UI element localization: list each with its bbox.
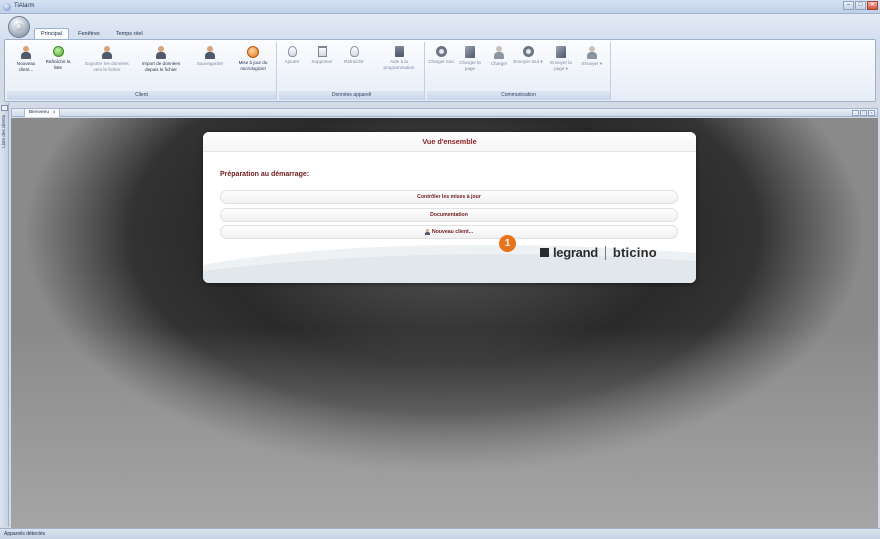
group-client-label: Client [7, 91, 276, 100]
add-icon [287, 46, 297, 57]
client-list-panel[interactable]: Liste des clients [0, 103, 9, 527]
window-title: TiAlarm [14, 3, 35, 9]
client-list-label[interactable]: Liste des clients [1, 115, 6, 148]
callout-badge: 1 [499, 235, 516, 252]
load-icon [493, 46, 505, 59]
new-client-person-icon [424, 228, 430, 235]
tab-bienvenu-label: Bienvenu [29, 110, 50, 115]
new-client-icon [20, 46, 32, 59]
pin-icon[interactable] [1, 105, 8, 111]
importer-button[interactable]: Import de données depuis le fichier [137, 46, 185, 72]
startup-section-title: Préparation au démarrage: [220, 171, 310, 178]
rafraichir-button[interactable]: Rafraîchir [339, 46, 369, 65]
import-icon [155, 46, 167, 59]
supprimer-button[interactable]: Supprimer [307, 46, 337, 65]
envoyer-button[interactable]: Envoyer ▾ [577, 46, 607, 67]
tab-principal[interactable]: Principal [34, 28, 70, 39]
app-icon [3, 3, 11, 11]
load-page-icon [465, 46, 475, 58]
doc-close-icon[interactable]: × [868, 110, 875, 116]
group-client: Nouveau client... Rafraîchir la liste Ex… [7, 42, 277, 100]
sauvegarder-label: Sauvegarder [196, 61, 224, 66]
rafraichir-liste-label: Rafraîchir la liste [45, 59, 71, 70]
load-all-icon [435, 46, 447, 57]
group-donnees-appareil: Ajouter Supprimer Rafraîchir Aide à la p… [279, 42, 425, 100]
title-bar: TiAlarm – □ ✕ [0, 0, 880, 14]
charger-label: Charger [490, 61, 508, 66]
document-tab-bar: Bienvenu x – □ × [11, 108, 878, 117]
mise-a-jour-label: Mise à jour du micrologiciel [238, 60, 268, 71]
charger-tout-button[interactable]: Charger tout [427, 46, 455, 65]
aide-programmation-button[interactable]: Aide à la programmation [377, 46, 421, 70]
logo-separator [604, 245, 606, 260]
document-window-controls: – □ × [852, 110, 875, 116]
firmware-update-icon [247, 46, 259, 58]
status-bar: Appareils détectés [0, 528, 880, 539]
tab-bienvenu[interactable]: Bienvenu x [24, 109, 61, 117]
ribbon: Nouveau client... Rafraîchir la liste Ex… [4, 39, 876, 102]
exporter-button[interactable]: Exporter les données vers le fichier [81, 46, 133, 72]
doc-restore-icon[interactable]: □ [860, 110, 867, 116]
exporter-label: Exporter les données vers le fichier [85, 61, 129, 72]
overview-card: Vue d'ensemble Préparation au démarrage:… [203, 132, 696, 283]
tab-fenetres[interactable]: Fenêtres [71, 28, 107, 39]
legrand-mark-icon [540, 248, 549, 257]
charger-page-button[interactable]: Charger la page [455, 46, 485, 71]
ajouter-button[interactable]: Ajouter [279, 46, 305, 65]
envoyer-tout-label: Envoyer tout ▾ [513, 59, 543, 64]
nouveau-client-label: Nouveau client... [16, 61, 36, 72]
close-button[interactable]: ✕ [867, 1, 878, 10]
programming-help-icon [394, 46, 404, 57]
ribbon-tabs: Principal Fenêtres Temps réel [34, 28, 150, 39]
minimize-button[interactable]: – [843, 1, 854, 10]
send-all-icon [522, 46, 534, 57]
bticino-logo: bticino [612, 245, 657, 260]
mise-a-jour-button[interactable]: Mise à jour du micrologiciel [233, 46, 273, 71]
rafraichir-liste-button[interactable]: Rafraîchir la liste [41, 46, 75, 70]
documentation-button[interactable]: Documentation [220, 208, 678, 222]
group-communication: Charger tout Charger la page Charger Env… [427, 42, 611, 100]
supprimer-label: Supprimer [311, 59, 333, 64]
tab-temps-reel[interactable]: Temps réel [109, 28, 150, 39]
aide-programmation-label: Aide à la programmation [383, 59, 415, 70]
envoyer-page-label: Envoyer la page ▾ [550, 60, 572, 71]
group-donnees-appareil-label: Données appareil [279, 91, 424, 100]
importer-label: Import de données depuis le fichier [141, 61, 181, 72]
rafraichir-label: Rafraîchir [344, 59, 364, 64]
charger-page-label: Charger la page [459, 60, 481, 71]
maximize-button[interactable]: □ [855, 1, 866, 10]
envoyer-page-button[interactable]: Envoyer la page ▾ [545, 46, 577, 71]
documentation-label: Documentation [430, 212, 468, 218]
nouveau-client-button[interactable]: Nouveau client... [9, 46, 43, 72]
group-communication-label: Communication [427, 91, 610, 100]
charger-button[interactable]: Charger [485, 46, 513, 67]
status-text: Appareils détectés [4, 531, 46, 537]
legrand-logo: legrand [553, 245, 598, 260]
envoyer-label: Envoyer ▾ [581, 61, 603, 66]
sauvegarder-button[interactable]: Sauvegarder [193, 46, 227, 67]
charger-tout-label: Charger tout [428, 59, 454, 64]
application-menu-orb[interactable] [8, 16, 30, 38]
ajouter-label: Ajouter [284, 59, 300, 64]
window-controls: – □ ✕ [843, 1, 878, 10]
send-page-icon [556, 46, 566, 58]
refresh-device-icon [349, 46, 359, 57]
overview-title: Vue d'ensemble [203, 132, 696, 152]
delete-icon [317, 46, 327, 57]
check-updates-label: Contrôler les mises à jour [417, 194, 481, 200]
send-icon [586, 46, 598, 59]
check-updates-button[interactable]: Contrôler les mises à jour [220, 190, 678, 204]
doc-minimize-icon[interactable]: – [852, 110, 859, 116]
refresh-icon [52, 46, 64, 57]
envoyer-tout-button[interactable]: Envoyer tout ▾ [513, 46, 543, 65]
export-icon [101, 46, 113, 59]
save-icon [204, 46, 216, 59]
tab-close-icon[interactable]: x [53, 110, 55, 116]
brand-logos: legrand bticino [540, 245, 657, 260]
